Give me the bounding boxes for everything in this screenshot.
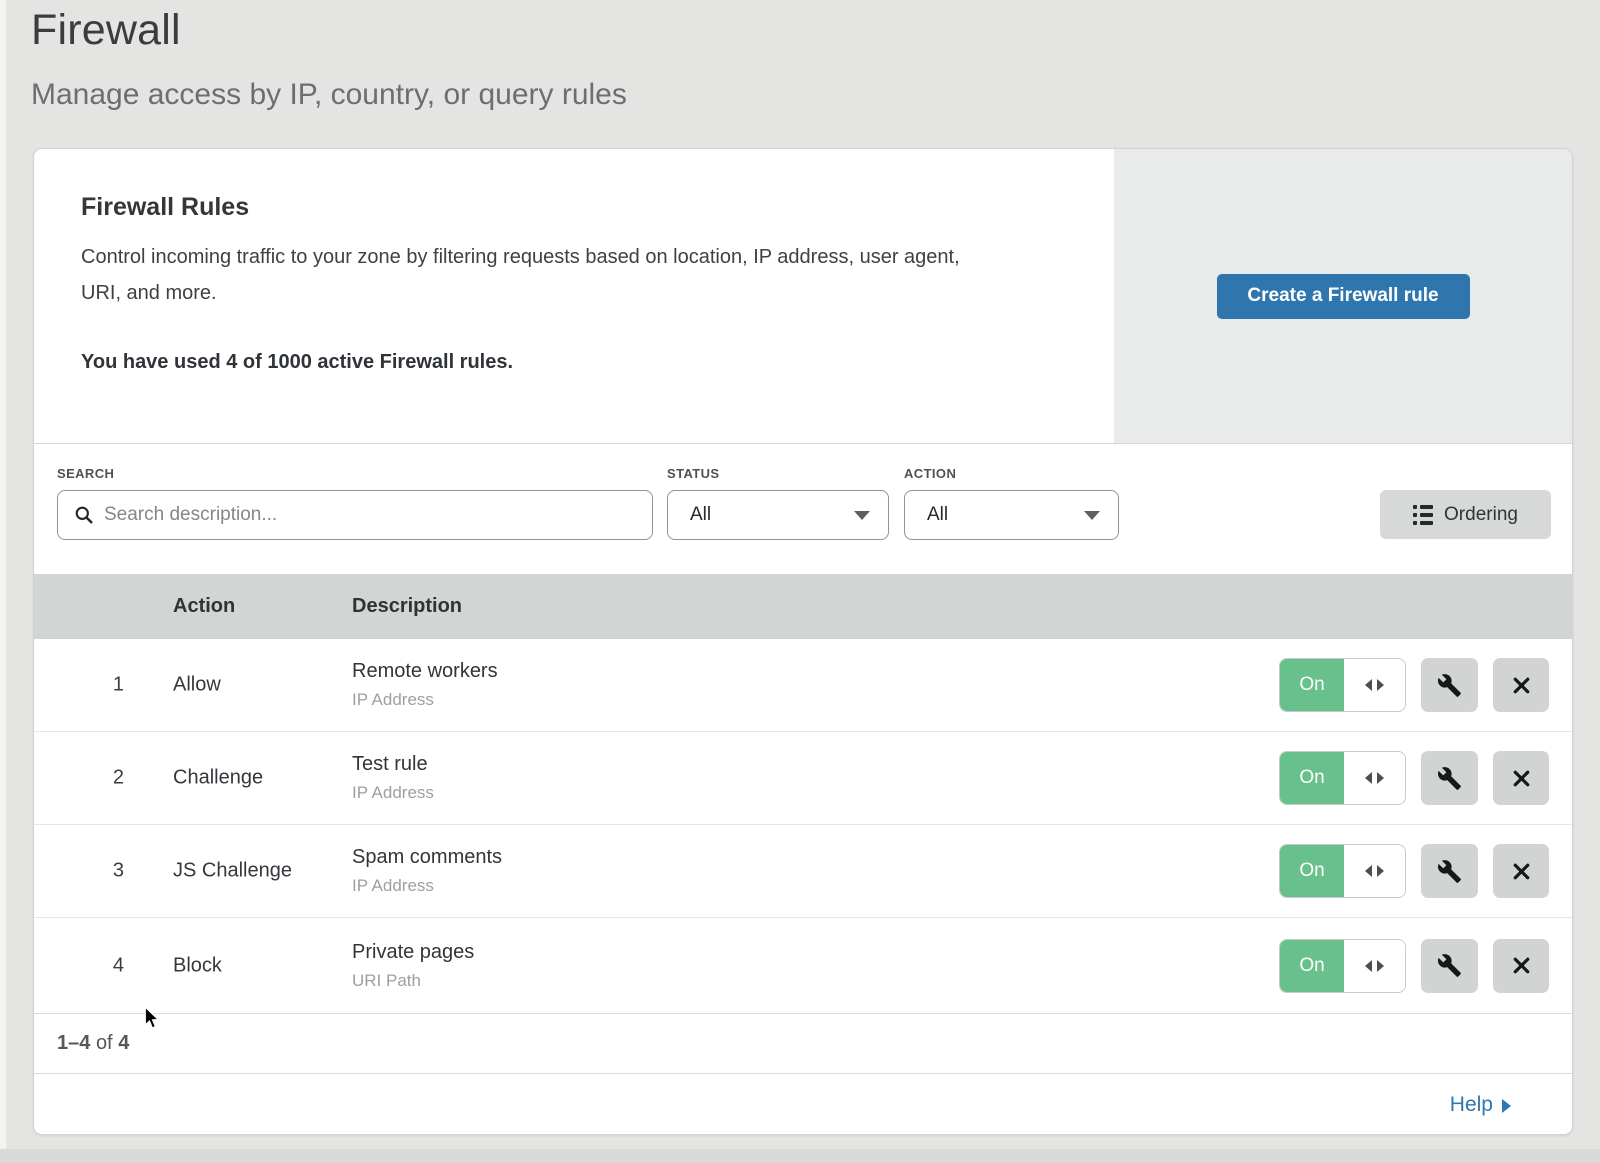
rule-action: Allow [173,674,221,697]
pagination-status: 1–4 of 4 [34,1014,1572,1074]
rule-enabled-toggle[interactable]: On [1279,751,1406,805]
toggle-handle[interactable] [1344,940,1405,992]
arrow-right-icon [1377,865,1384,877]
close-icon [1510,860,1533,883]
search-input[interactable] [104,504,652,526]
table-row: 4 Block Private pages URI Path On [34,918,1572,1014]
ordering-button-label: Ordering [1444,504,1518,526]
close-icon [1510,954,1533,977]
firewall-rules-heading: Firewall Rules [81,193,249,222]
toggle-handle[interactable] [1344,659,1405,711]
help-link-label: Help [1450,1093,1493,1117]
rule-description: Private pages [352,941,474,964]
rule-priority: 3 [100,860,124,883]
arrow-left-icon [1365,772,1372,784]
arrow-left-icon [1365,865,1372,877]
rule-enabled-toggle[interactable]: On [1279,658,1406,712]
rule-priority: 4 [100,954,124,977]
rule-match-type: IP Address [352,690,498,710]
toggle-handle[interactable] [1344,845,1405,897]
window-left-edge [0,0,6,1163]
close-icon [1510,674,1533,697]
column-header-action: Action [173,595,235,618]
ordering-button[interactable]: Ordering [1380,490,1551,539]
window-bottom-edge [0,1149,1600,1163]
mouse-cursor [144,1006,162,1036]
rule-match-type: IP Address [352,783,434,803]
rule-action: Challenge [173,767,263,790]
arrow-right-icon [1377,960,1384,972]
wrench-icon [1437,766,1462,791]
edit-rule-button[interactable] [1421,751,1478,805]
firewall-rules-description: Control incoming traffic to your zone by… [81,239,961,311]
rule-description: Remote workers [352,660,498,683]
status-select-value: All [690,504,711,526]
action-label: ACTION [904,466,956,481]
table-row: 3 JS Challenge Spam comments IP Address … [34,825,1572,918]
arrow-right-icon [1377,772,1384,784]
close-icon [1510,767,1533,790]
rule-action: JS Challenge [173,860,292,883]
toggle-on-label[interactable]: On [1280,940,1344,992]
wrench-icon [1437,953,1462,978]
help-link[interactable]: Help [1450,1093,1511,1117]
toggle-on-label[interactable]: On [1280,659,1344,711]
rule-priority: 2 [100,767,124,790]
rule-description: Test rule [352,753,434,776]
search-label: SEARCH [57,466,114,481]
card-footer: Help [34,1074,1572,1135]
ordered-list-icon [1413,505,1433,525]
rule-match-type: IP Address [352,876,502,896]
delete-rule-button[interactable] [1493,658,1549,712]
status-select[interactable]: All [667,490,889,540]
chevron-right-icon [1502,1099,1511,1113]
chevron-down-icon [854,511,870,520]
rule-action: Block [173,954,222,977]
column-header-description: Description [352,595,462,618]
page-subtitle: Manage access by IP, country, or query r… [31,78,627,112]
firewall-rules-intro-section: Create a Firewall rule Firewall Rules Co… [34,149,1572,444]
table-row: 1 Allow Remote workers IP Address On [34,639,1572,732]
delete-rule-button[interactable] [1493,939,1549,993]
pagination-of-label: of [96,1032,113,1055]
status-label: STATUS [667,466,719,481]
page-title: Firewall [31,6,181,55]
rule-description: Spam comments [352,846,502,869]
rule-priority: 1 [100,674,124,697]
pagination-range: 1–4 [57,1032,90,1055]
filters-bar: SEARCH STATUS All ACTION All Ordering [34,444,1572,574]
firewall-rules-card: Create a Firewall rule Firewall Rules Co… [33,148,1573,1135]
edit-rule-button[interactable] [1421,844,1478,898]
table-row: 2 Challenge Test rule IP Address On [34,732,1572,825]
create-rule-panel: Create a Firewall rule [1114,149,1572,443]
search-icon [74,505,94,525]
action-select[interactable]: All [904,490,1119,540]
rule-match-type: URI Path [352,971,474,991]
arrow-left-icon [1365,679,1372,691]
search-box[interactable] [57,490,653,540]
edit-rule-button[interactable] [1421,939,1478,993]
chevron-down-icon [1084,511,1100,520]
arrow-right-icon [1377,679,1384,691]
table-header: Action Description [34,574,1572,639]
toggle-on-label[interactable]: On [1280,845,1344,897]
create-firewall-rule-button[interactable]: Create a Firewall rule [1217,274,1470,319]
rule-enabled-toggle[interactable]: On [1279,844,1406,898]
rules-usage-text: You have used 4 of 1000 active Firewall … [81,351,513,374]
arrow-left-icon [1365,960,1372,972]
rules-table-body: 1 Allow Remote workers IP Address On 2 C… [34,639,1572,1014]
delete-rule-button[interactable] [1493,844,1549,898]
action-select-value: All [927,504,948,526]
rule-enabled-toggle[interactable]: On [1279,939,1406,993]
delete-rule-button[interactable] [1493,751,1549,805]
pagination-total: 4 [118,1032,129,1055]
edit-rule-button[interactable] [1421,658,1478,712]
toggle-handle[interactable] [1344,752,1405,804]
toggle-on-label[interactable]: On [1280,752,1344,804]
wrench-icon [1437,859,1462,884]
wrench-icon [1437,673,1462,698]
